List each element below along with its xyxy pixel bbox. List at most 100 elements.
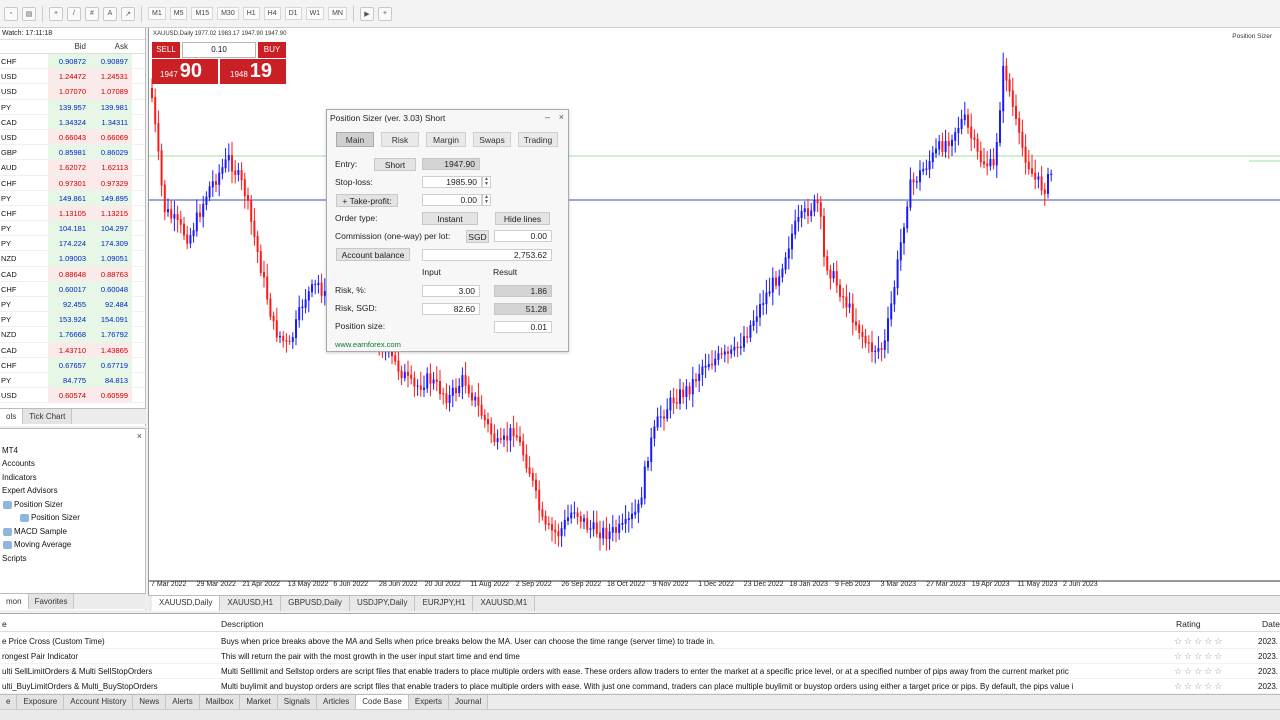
arrow-tool-icon[interactable]: ↗	[121, 6, 135, 21]
code-base-row[interactable]: rongest Pair Indicator This will return t…	[0, 649, 1280, 664]
tab-gbpusd-daily[interactable]: GBPUSD,Daily	[281, 596, 350, 611]
timeframe-w1[interactable]: W1	[305, 7, 325, 20]
timeframe-h1[interactable]: H1	[242, 7, 260, 20]
code-base-row[interactable]: ulti SellLimitOrders & Multi SellStopOrd…	[0, 664, 1280, 679]
market-watch-row[interactable]: USD 1.24472 1.24531	[0, 69, 145, 85]
buy-button[interactable]: BUY	[258, 42, 286, 58]
crosshair-icon[interactable]: +	[49, 6, 63, 21]
code-base-row[interactable]: e Price Cross (Custom Time) Buys when pri…	[0, 634, 1280, 649]
risk-percent-input[interactable]: 3.00	[422, 285, 480, 297]
name-column-header[interactable]: e	[2, 619, 7, 629]
tab-symbols[interactable]: ols	[0, 409, 24, 424]
tab-xauusd-m1[interactable]: XAUUSD,M1	[473, 596, 536, 611]
tab-xauusd-daily[interactable]: XAUUSD,Daily	[152, 596, 221, 611]
tab-main[interactable]: Main	[336, 132, 374, 147]
tab-news[interactable]: News	[133, 695, 167, 709]
tab-favorites[interactable]: Favorites	[28, 594, 75, 609]
nav-item-mt4[interactable]: MT4	[2, 446, 18, 455]
market-watch-row[interactable]: PY 104.181 104.297	[0, 221, 145, 237]
sell-price-button[interactable]: 1947 90	[152, 59, 218, 84]
order-type-button[interactable]: Instant	[422, 212, 478, 225]
take-profit-input[interactable]: 0.00	[422, 194, 482, 206]
market-watch-row[interactable]: CHF 0.60017 0.60048	[0, 281, 145, 297]
market-watch-row[interactable]: CHF 0.90872 0.90897	[0, 54, 145, 70]
bid-column-header[interactable]: Bid	[48, 40, 90, 53]
tab-articles[interactable]: Articles	[317, 695, 357, 709]
take-profit-button[interactable]: + Take-profit:	[336, 194, 398, 207]
tab-exposure[interactable]: Exposure	[17, 695, 65, 709]
stop-loss-spinner[interactable]: ▲ ▼	[482, 176, 491, 188]
date-column-header[interactable]: Date	[1262, 619, 1280, 629]
market-watch-row[interactable]: CAD 1.43710 1.43865	[0, 342, 145, 358]
direction-toggle-button[interactable]: Short	[374, 158, 416, 171]
algo-trading-icon[interactable]: ▶	[359, 6, 374, 21]
close-icon[interactable]: ×	[137, 431, 142, 441]
nav-item-scripts[interactable]: Scripts	[2, 554, 26, 563]
tab-code-base[interactable]: Code Base	[356, 695, 409, 709]
tab-common[interactable]: mon	[0, 594, 29, 609]
nav-item-macd-sample[interactable]: MACD Sample	[3, 527, 67, 536]
market-watch-row[interactable]: PY 84.775 84.813	[0, 372, 145, 389]
profiles-icon[interactable]: ▤	[22, 6, 36, 21]
tab-trading[interactable]: Trading	[518, 132, 558, 147]
tab-swaps[interactable]: Swaps	[473, 132, 511, 147]
tab-trade[interactable]: e	[0, 695, 18, 709]
market-watch-row[interactable]: PY 149.861 149.895	[0, 190, 145, 206]
tab-signals[interactable]: Signals	[277, 695, 318, 709]
tab-xauusd-h1[interactable]: XAUUSD,H1	[220, 596, 282, 611]
tab-account-history[interactable]: Account History	[64, 695, 134, 709]
timeframe-d1[interactable]: D1	[284, 7, 302, 20]
price-chart[interactable]	[149, 28, 1280, 595]
minimize-icon[interactable]: –	[545, 112, 550, 122]
market-watch-row[interactable]: PY 92.455 92.484	[0, 297, 145, 313]
commission-input[interactable]: 0.00	[494, 230, 552, 242]
nav-item-moving-average[interactable]: Moving Average	[3, 540, 71, 549]
chart-window[interactable]: XAUUSD,Daily 1977.02 1983.17 1947.90 194…	[148, 28, 1280, 595]
market-watch-row[interactable]: GBP 0.85981 0.86029	[0, 145, 145, 161]
market-watch-row[interactable]: PY 139.957 139.981	[0, 99, 145, 115]
market-watch-row[interactable]: CHF 0.97301 0.97329	[0, 175, 145, 191]
account-balance-button[interactable]: Account balance	[336, 248, 410, 261]
hide-lines-button[interactable]: Hide lines	[495, 212, 550, 225]
market-watch-row[interactable]: USD 0.66043 0.66069	[0, 129, 145, 146]
new-order-icon[interactable]: +	[377, 6, 392, 21]
market-watch-row[interactable]: CHF 0.67657 0.67719	[0, 357, 145, 373]
market-watch-row[interactable]: CAD 1.34324 1.34311	[0, 114, 145, 130]
stop-loss-input[interactable]: 1985.90	[422, 176, 482, 188]
market-watch-row[interactable]: USD 1.07070 1.07089	[0, 84, 145, 100]
tab-margin[interactable]: Margin	[426, 132, 466, 147]
line-tool-icon[interactable]: /	[67, 6, 81, 21]
risk-money-input[interactable]: 82.60	[422, 303, 480, 315]
tab-eurjpy-h1[interactable]: EURJPY,H1	[415, 596, 474, 611]
market-watch-row[interactable]: USD 0.60574 0.60599	[0, 388, 145, 404]
nav-item-expert-advisors[interactable]: Expert Advisors	[2, 486, 58, 495]
close-icon[interactable]: ×	[559, 112, 564, 122]
tab-journal[interactable]: Journal	[448, 695, 489, 709]
channel-tool-icon[interactable]: #	[85, 6, 99, 21]
timeframe-mn[interactable]: MN	[328, 7, 347, 20]
earnforex-link[interactable]: www.earnforex.com	[335, 340, 401, 349]
take-profit-spinner[interactable]: ▲ ▼	[482, 194, 491, 206]
tab-experts[interactable]: Experts	[408, 695, 449, 709]
nav-item-position-sizer-folder[interactable]: Position Sizer	[3, 500, 63, 509]
description-column-header[interactable]: Description	[221, 619, 264, 629]
nav-item-position-sizer[interactable]: Position Sizer	[20, 513, 80, 522]
position-size-field[interactable]: 0.01	[494, 321, 552, 333]
timeframe-h4[interactable]: H4	[263, 7, 281, 20]
timeframe-m5[interactable]: M5	[169, 7, 188, 20]
tab-market[interactable]: Market	[240, 695, 278, 709]
entry-price-field[interactable]: 1947.90	[422, 158, 480, 170]
tab-alerts[interactable]: Alerts	[166, 695, 200, 709]
ask-column-header[interactable]: Ask	[90, 40, 132, 53]
market-watch-row[interactable]: CAD 0.88648 0.88763	[0, 266, 145, 282]
tab-mailbox[interactable]: Mailbox	[199, 695, 241, 709]
market-watch-row[interactable]: AUD 1.62072 1.62113	[0, 160, 145, 176]
nav-item-indicators[interactable]: Indicators	[2, 473, 37, 482]
tab-risk[interactable]: Risk	[381, 132, 419, 147]
tab-tick-chart[interactable]: Tick Chart	[23, 409, 73, 424]
commission-currency-button[interactable]: SGD	[466, 230, 489, 243]
market-watch-row[interactable]: NZD 1.09003 1.09051	[0, 251, 145, 267]
sell-button[interactable]: SELL	[152, 42, 180, 58]
market-watch-row[interactable]: CHF 1.13105 1.13215	[0, 205, 145, 222]
rating-column-header[interactable]: Rating	[1176, 619, 1201, 629]
